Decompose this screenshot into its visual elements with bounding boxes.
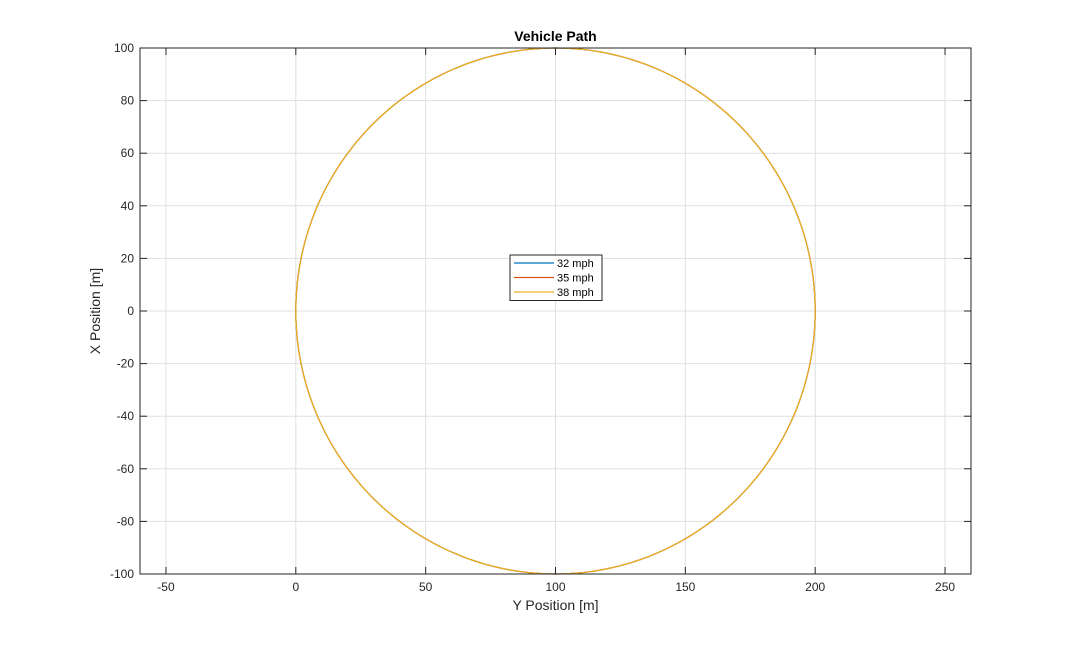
x-tick-label: 200 xyxy=(805,580,825,594)
vehicle-path-chart: -50 0 50 100 150 200 250 -100 -80 -60 -40 -20 0 20 40 6… xyxy=(87,28,972,613)
x-tick-label: 100 xyxy=(545,580,565,594)
y-tick-label: -60 xyxy=(117,462,135,476)
x-tick-label: 0 xyxy=(292,580,299,594)
legend-label: 38 mph xyxy=(557,287,594,299)
y-tick-label: -100 xyxy=(110,567,134,581)
y-tick-label: 0 xyxy=(127,304,134,318)
y-tick-label: 80 xyxy=(121,94,135,108)
y-tick-label: 100 xyxy=(114,41,134,55)
y-tick-label: -20 xyxy=(117,357,135,371)
y-tick-label: 20 xyxy=(121,251,135,265)
y-tick-label: -80 xyxy=(117,514,135,528)
y-tick-label: 60 xyxy=(121,146,135,160)
legend-label: 35 mph xyxy=(557,273,594,285)
x-axis-label: Y Position [m] xyxy=(512,597,598,613)
x-tick-label: 150 xyxy=(675,580,695,594)
y-tick-label: -40 xyxy=(117,409,135,423)
tick-labels: -50 0 50 100 150 200 250 -100 -80 -60 -40 -20 0 20 40 6… xyxy=(110,41,955,594)
x-tick-label: -50 xyxy=(157,580,175,594)
legend-label: 32 mph xyxy=(557,258,594,270)
chart-title: Vehicle Path xyxy=(514,28,596,44)
legend: 32 mph 35 mph 38 mph xyxy=(509,254,603,301)
grid xyxy=(140,47,971,575)
x-tick-label: 250 xyxy=(935,580,955,594)
figure: -50 0 50 100 150 200 250 -100 -80 -60 -40 -20 0 20 40 6… xyxy=(0,0,1074,646)
x-tick-label: 50 xyxy=(419,580,433,594)
y-axis-label: X Position [m] xyxy=(87,268,103,354)
y-tick-label: 40 xyxy=(121,199,135,213)
